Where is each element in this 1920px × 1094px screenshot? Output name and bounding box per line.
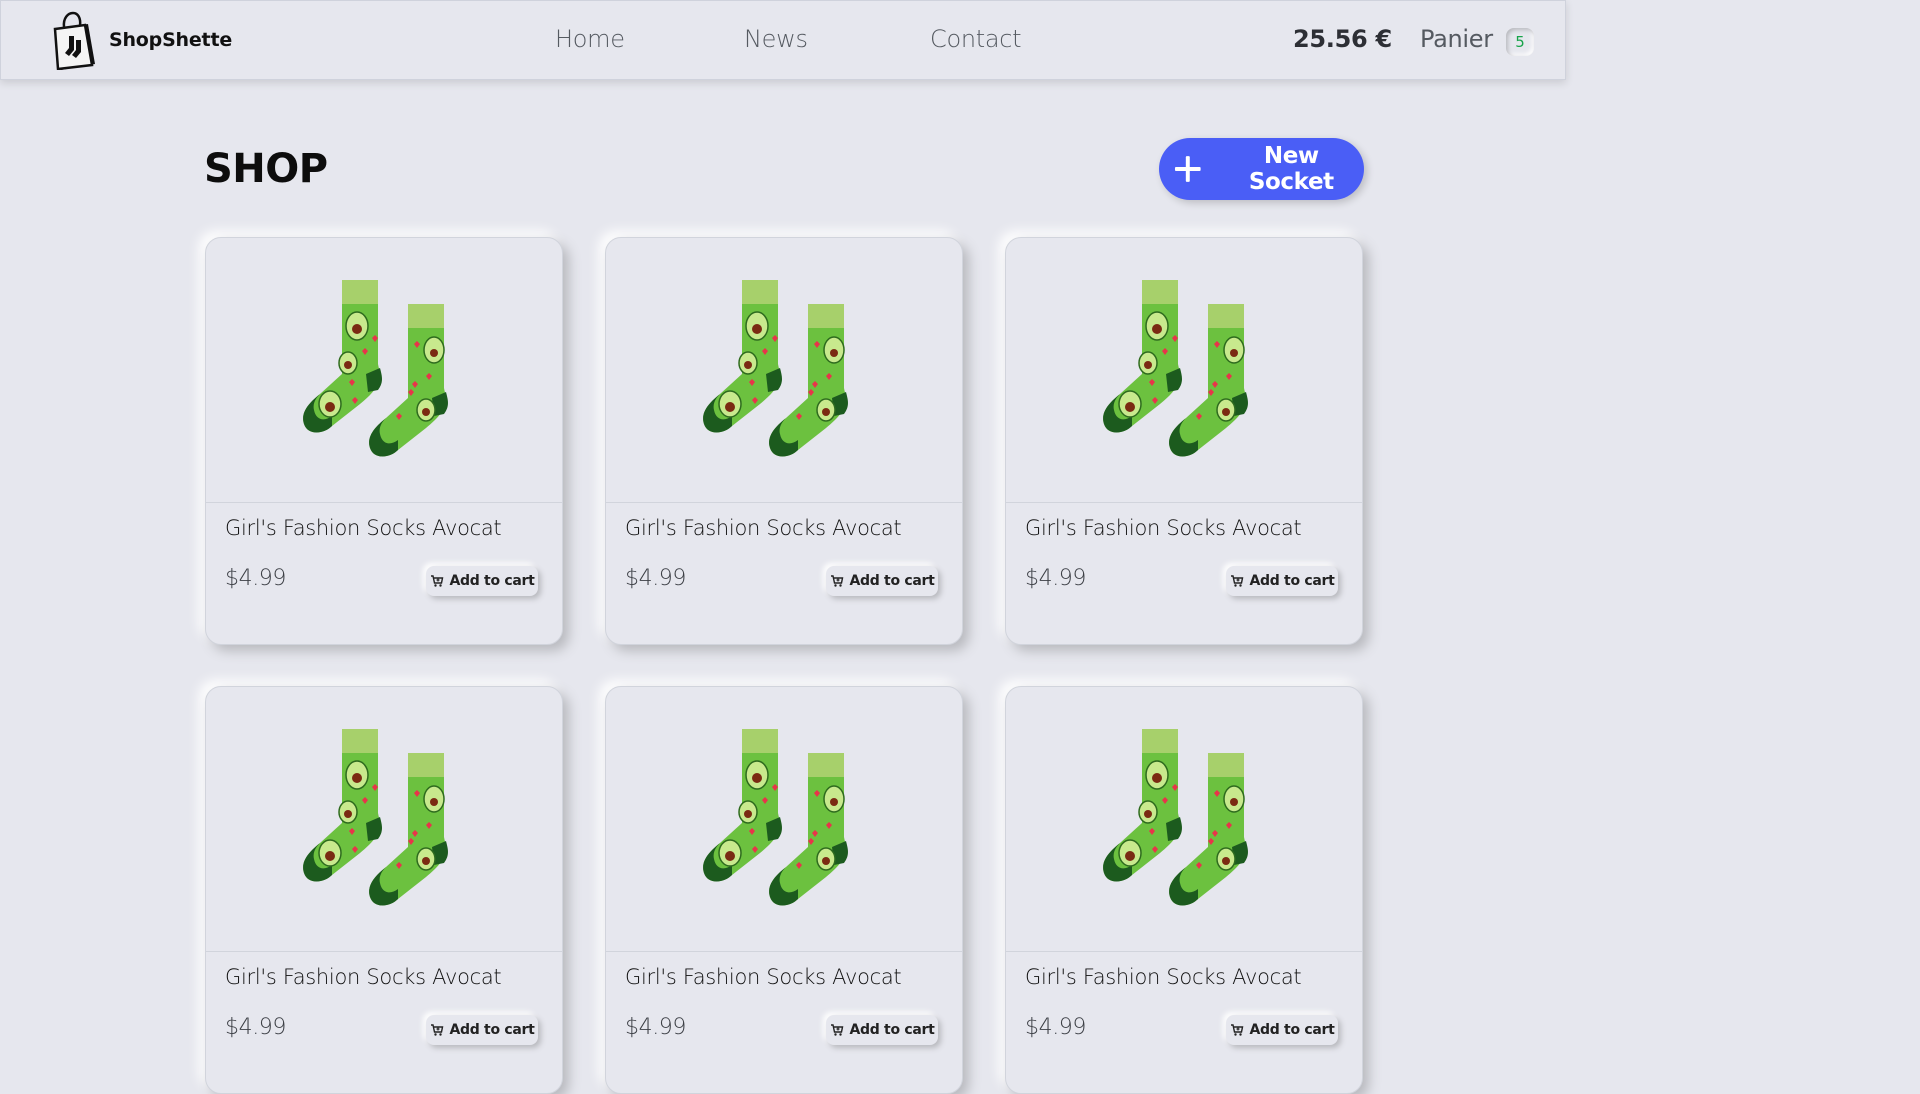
cart-icon (430, 1024, 443, 1036)
panier-link[interactable]: Panier (1420, 25, 1493, 53)
cart-count-badge: 5 (1506, 28, 1534, 56)
add-to-cart-label: Add to cart (849, 1022, 935, 1038)
product-title[interactable]: Girl's Fashion Socks Avocat (1025, 516, 1302, 540)
avocado-socks-image[interactable] (702, 276, 862, 470)
nav-link-news[interactable]: News (744, 25, 808, 53)
product-image-area (606, 687, 962, 952)
cart-icon (1230, 575, 1243, 587)
nav-link-home[interactable]: Home (555, 25, 625, 53)
add-to-cart-label: Add to cart (449, 573, 535, 589)
product-price: $4.99 (225, 1015, 286, 1040)
product-card: Girl's Fashion Socks Avocat $4.99 Add to… (1005, 237, 1363, 645)
product-image-area (1006, 687, 1362, 952)
product-title[interactable]: Girl's Fashion Socks Avocat (225, 965, 502, 989)
add-to-cart-button[interactable]: Add to cart (1226, 566, 1338, 596)
product-title[interactable]: Girl's Fashion Socks Avocat (625, 965, 902, 989)
page-title: SHOP (204, 146, 328, 192)
product-price: $4.99 (225, 566, 286, 591)
add-to-cart-button[interactable]: Add to cart (426, 566, 538, 596)
avocado-socks-image[interactable] (702, 725, 862, 919)
product-title[interactable]: Girl's Fashion Socks Avocat (225, 516, 502, 540)
cart-total: 25.56 € (1293, 25, 1392, 53)
product-image-area (606, 238, 962, 503)
product-title[interactable]: Girl's Fashion Socks Avocat (625, 516, 902, 540)
product-card: Girl's Fashion Socks Avocat $4.99 Add to… (1005, 686, 1363, 1094)
product-title[interactable]: Girl's Fashion Socks Avocat (1025, 965, 1302, 989)
brand-link[interactable]: ShopShette (49, 10, 232, 70)
product-image-area (1006, 238, 1362, 503)
product-price: $4.99 (1025, 566, 1086, 591)
avocado-socks-image[interactable] (1102, 276, 1262, 470)
brand-name: ShopShette (109, 29, 233, 51)
plus-icon (1174, 156, 1201, 182)
add-to-cart-button[interactable]: Add to cart (426, 1015, 538, 1045)
nav-link-contact[interactable]: Contact (930, 25, 1022, 53)
add-to-cart-label: Add to cart (849, 573, 935, 589)
add-to-cart-button[interactable]: Add to cart (826, 566, 938, 596)
cart-icon (830, 1024, 843, 1036)
product-card: Girl's Fashion Socks Avocat $4.99 Add to… (605, 237, 963, 645)
cart-icon (830, 575, 843, 587)
add-to-cart-label: Add to cart (1249, 1022, 1335, 1038)
cart-icon (1230, 1024, 1243, 1036)
product-image-area (206, 238, 562, 503)
avocado-socks-image[interactable] (302, 276, 462, 470)
product-price: $4.99 (1025, 1015, 1086, 1040)
product-card: Girl's Fashion Socks Avocat $4.99 Add to… (205, 237, 563, 645)
add-to-cart-label: Add to cart (449, 1022, 535, 1038)
product-image-area (206, 687, 562, 952)
new-socket-label: New Socket (1248, 143, 1334, 195)
avocado-socks-image[interactable] (302, 725, 462, 919)
product-card: Girl's Fashion Socks Avocat $4.99 Add to… (605, 686, 963, 1094)
product-price: $4.99 (625, 566, 686, 591)
add-to-cart-button[interactable]: Add to cart (826, 1015, 938, 1045)
product-card: Girl's Fashion Socks Avocat $4.99 Add to… (205, 686, 563, 1094)
shopping-bag-socks-icon (53, 11, 95, 70)
avocado-socks-image[interactable] (1102, 725, 1262, 919)
add-to-cart-button[interactable]: Add to cart (1226, 1015, 1338, 1045)
add-to-cart-label: Add to cart (1249, 573, 1335, 589)
new-socket-button[interactable]: New Socket (1159, 138, 1364, 200)
cart-icon (430, 575, 443, 587)
top-navbar: ShopShette Home News Contact 25.56 € Pan… (0, 0, 1566, 80)
product-price: $4.99 (625, 1015, 686, 1040)
